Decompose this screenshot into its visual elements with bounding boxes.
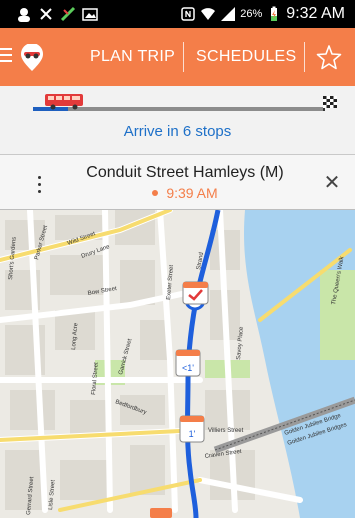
signal-icon bbox=[221, 7, 236, 21]
stop-card: Conduit Street Hamleys (M) 9:39 AM ✕ bbox=[0, 155, 355, 210]
trip-progress-panel: Arrive in 6 stops bbox=[0, 86, 355, 154]
favorite-star-icon[interactable] bbox=[316, 44, 342, 70]
notification-icons bbox=[16, 5, 98, 23]
stop-time-text: 9:39 AM bbox=[166, 185, 218, 201]
marker-label: <1' bbox=[182, 363, 194, 373]
clock: 9:32 AM bbox=[286, 5, 345, 22]
time-dot bbox=[152, 190, 159, 197]
avatar-icon bbox=[18, 8, 30, 22]
route-map[interactable]: <1' 1' Wild Street Drury Lane Parker Str… bbox=[0, 210, 355, 518]
arrive-stops-text: Arrive in 6 stops bbox=[123, 123, 232, 140]
system-icons: 26% 9:32 AM bbox=[180, 4, 345, 24]
wifi-icon bbox=[201, 8, 216, 20]
street-label: Lisle Street bbox=[48, 479, 57, 510]
tab-plan-trip[interactable]: PLAN TRIP bbox=[90, 48, 175, 66]
nfc-icon bbox=[181, 7, 196, 21]
missed-call-icon bbox=[40, 8, 52, 20]
battery-charging-icon bbox=[271, 6, 278, 21]
stop-marker-less-than-1[interactable]: <1' bbox=[175, 349, 201, 377]
stop-name: Conduit Street Hamleys (M) bbox=[86, 164, 284, 181]
marker-label: 1' bbox=[189, 429, 196, 439]
tab-schedules[interactable]: SCHEDULES bbox=[196, 48, 297, 66]
notification-icon bbox=[60, 6, 76, 22]
nav-divider bbox=[183, 42, 184, 72]
status-bar: 26% 9:32 AM bbox=[0, 0, 355, 28]
stop-marker-1-min[interactable]: 1' bbox=[179, 415, 205, 443]
close-button[interactable]: ✕ bbox=[322, 173, 342, 193]
app-header: PLAN TRIP SCHEDULES bbox=[0, 28, 355, 86]
map-canvas[interactable]: <1' 1' Wild Street Drury Lane Parker Str… bbox=[0, 210, 355, 518]
stop-arrival-time: 9:39 AM bbox=[60, 185, 310, 201]
finish-flag-icon bbox=[323, 96, 337, 108]
nav-divider bbox=[304, 42, 305, 72]
stop-marker-bottom[interactable] bbox=[150, 508, 172, 518]
river-thames bbox=[244, 210, 355, 518]
bus-icon bbox=[45, 94, 83, 110]
app-logo-icon bbox=[21, 44, 43, 71]
menu-icon[interactable] bbox=[0, 48, 14, 64]
battery-percent: 26% bbox=[240, 8, 263, 20]
stop-marker-check[interactable] bbox=[182, 281, 209, 305]
more-options-icon[interactable] bbox=[38, 176, 44, 194]
street-label: Garrick Street bbox=[118, 338, 133, 376]
image-icon bbox=[82, 8, 98, 21]
street-label: Villiers Street bbox=[208, 428, 244, 434]
